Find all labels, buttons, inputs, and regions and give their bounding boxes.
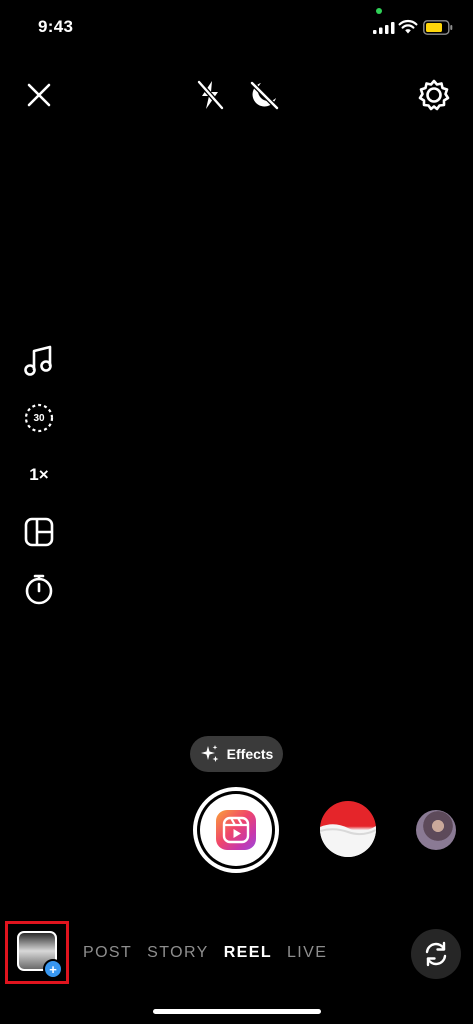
mode-live[interactable]: LIVE: [287, 944, 327, 962]
stopwatch-icon: [25, 574, 53, 605]
effects-button[interactable]: Effects: [190, 736, 283, 772]
mode-reel[interactable]: REEL: [224, 944, 272, 962]
mode-post[interactable]: POST: [83, 944, 132, 962]
add-plus-icon: +: [43, 959, 63, 979]
profile-effect-filter[interactable]: [416, 810, 456, 850]
flash-off-icon[interactable]: [194, 78, 226, 112]
effects-label: Effects: [226, 746, 274, 762]
music-tool[interactable]: [20, 342, 58, 380]
night-mode-off-icon[interactable]: [247, 78, 281, 112]
reels-logo-icon: [216, 810, 256, 850]
speed-tool[interactable]: 1×: [20, 456, 58, 494]
music-note-icon: [24, 345, 52, 376]
record-button[interactable]: [193, 787, 279, 873]
battery-icon: [423, 20, 453, 35]
settings-gear-icon[interactable]: [417, 78, 451, 112]
camera-mode-selector: POST STORY REEL LIVE: [83, 944, 327, 962]
status-time: 9:43: [38, 17, 74, 36]
layout-grid-icon: [24, 517, 54, 547]
flag-effect-filter[interactable]: [320, 801, 376, 857]
mode-story[interactable]: STORY: [147, 944, 209, 962]
signal-icon: [373, 22, 395, 34]
flag-wave-graphic: [320, 824, 376, 857]
countdown-tool[interactable]: [20, 570, 58, 608]
home-indicator[interactable]: [153, 1009, 321, 1014]
close-icon[interactable]: [24, 80, 54, 110]
layout-tool[interactable]: [20, 513, 58, 551]
camera-screen: { "status": { "time": "9:43" }, "tools":…: [0, 0, 473, 1024]
sparkles-icon: [200, 745, 219, 762]
flip-camera-button[interactable]: [411, 929, 461, 979]
wifi-icon: [398, 19, 418, 34]
record-button-inner: [200, 794, 272, 866]
flip-camera-icon: [425, 941, 447, 967]
camera-in-use-indicator: [376, 8, 382, 14]
length-timer-tool[interactable]: 30: [20, 399, 58, 437]
length-timer-label: 30: [33, 412, 45, 424]
